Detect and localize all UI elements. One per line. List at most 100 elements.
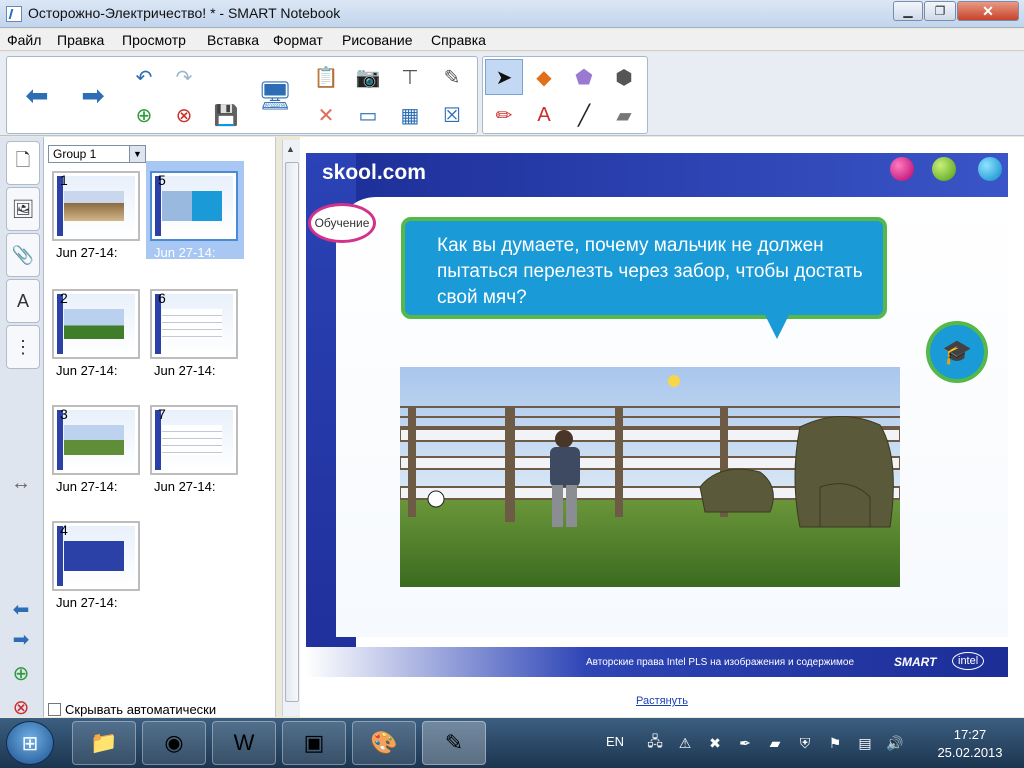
paste-icon[interactable]: 📋 — [307, 59, 345, 95]
question-bubble: Как вы думаете, почему мальчик не должен… — [401, 217, 887, 339]
forward-arrow-icon[interactable]: ➡ — [65, 57, 121, 133]
volume-icon[interactable]: 🔊 — [886, 734, 904, 752]
warning-icon[interactable]: ⚠ — [676, 734, 694, 752]
toolbar-main-group: ⬅ ➡ ↶ ↷ ⊕ ⊗ 💾 🖥 📋 ✕ 📷 ▭ ⊤ ▦ ✎ ☒ — [6, 56, 478, 134]
back-arrow-icon[interactable]: ⬅ — [9, 57, 65, 133]
menu-help[interactable]: Справка — [431, 32, 486, 48]
clock-date: 25.02.2013 — [937, 745, 1003, 760]
minimize-button[interactable]: ▁ — [893, 1, 923, 21]
start-button[interactable]: ⊞ — [6, 721, 54, 765]
save-icon[interactable]: 💾 — [207, 97, 245, 133]
magic-pen-icon[interactable]: ⬟ — [565, 59, 603, 95]
hide-toolbar-icon[interactable]: ☒ — [433, 97, 471, 133]
select-arrow-icon[interactable]: ➤ — [485, 59, 523, 95]
autohide-checkbox[interactable] — [48, 703, 61, 716]
line-icon[interactable]: ╱ — [565, 97, 603, 133]
page-thumbnail-2[interactable]: 2 — [52, 289, 140, 359]
word-icon[interactable]: W — [212, 721, 276, 765]
page-thumbnail-7[interactable]: 7 — [150, 405, 238, 475]
screen-shade-icon[interactable]: ▭ — [349, 97, 387, 133]
addons-tab[interactable]: ⋮ — [6, 325, 40, 369]
scrollbar-thumb[interactable] — [285, 162, 299, 702]
side-tabs: 🗋 🖼 📎 A ⋮ ↔ ⬅ ➡ ⊕ ⊗ — [0, 137, 44, 719]
page-sorter-tab[interactable]: 🗋 — [6, 141, 40, 185]
question-text: Как вы думаете, почему мальчик не должен… — [437, 235, 863, 308]
shapes-icon[interactable]: ◆ — [525, 59, 563, 95]
thumbnail-number: 6 — [158, 290, 166, 306]
page-thumbnail-3[interactable]: 3 — [52, 405, 140, 475]
scroll-up-icon[interactable]: ▲ — [286, 144, 295, 154]
pen-tray-icon[interactable]: ✒ — [736, 734, 754, 752]
thumbnail-label: Jun 27-14: — [56, 245, 118, 260]
redo-icon[interactable]: ↷ — [165, 59, 203, 95]
taskbar: ⊞ 📁 ◉ W ▣ 🎨 ✎ EN 🖧 ⚠ ✖ ✒ ▰ ⛨ ⚑ ▤ 🔊 17:27… — [0, 718, 1024, 768]
attachments-tab[interactable]: 📎 — [6, 233, 40, 277]
previous-page-icon[interactable]: ⬅ — [8, 597, 34, 621]
text-icon[interactable]: A — [525, 97, 563, 133]
menu-insert[interactable]: Вставка — [207, 32, 259, 48]
page-thumbnail-4[interactable]: 4 — [52, 521, 140, 591]
thumbnail-label: Jun 27-14: — [154, 245, 216, 260]
stretch-link[interactable]: Растянуть — [636, 695, 688, 707]
add-page-side-icon[interactable]: ⊕ — [8, 661, 34, 685]
group-select[interactable]: Group 1 ▼ — [48, 145, 146, 163]
undo-icon[interactable]: ↶ — [125, 59, 163, 95]
autohide-option[interactable]: Скрывать автоматически — [48, 702, 216, 717]
paint-icon[interactable]: 🎨 — [352, 721, 416, 765]
skool-logo: skool.com — [322, 161, 426, 184]
pens-icon[interactable]: ✏ — [485, 97, 523, 133]
close-button[interactable]: ✕ — [957, 1, 1019, 21]
thumbnail-label: Jun 27-14: — [56, 363, 118, 378]
thumbnail-label: Jun 27-14: — [56, 595, 118, 610]
toolbar-draw-group: ➤ ◆ ⬟ ⬢ ✏ A ╱ ▰ — [482, 56, 648, 134]
gallery-tab[interactable]: 🖼 — [6, 187, 40, 231]
delete-page-side-icon[interactable]: ⊗ — [8, 695, 34, 719]
measurement-tools-icon[interactable]: ✎ — [433, 59, 471, 95]
screen-display-icon[interactable]: 🖥 — [251, 57, 299, 133]
table-icon[interactable]: ▦ — [391, 97, 429, 133]
explorer-icon[interactable]: 📁 — [72, 721, 136, 765]
smart-notebook-taskbar-icon[interactable]: ✎ — [422, 721, 486, 765]
page-thumbnail-5[interactable]: 5 — [150, 171, 238, 241]
vertical-scrollbar[interactable]: ▲ — [282, 140, 300, 716]
menu-file[interactable]: Файл — [7, 32, 41, 48]
page-thumbnail-6[interactable]: 6 — [150, 289, 238, 359]
document-camera-taskbar-icon[interactable]: ▣ — [282, 721, 346, 765]
bubble-tail — [765, 315, 789, 339]
boy-figure — [550, 430, 580, 527]
display-icon[interactable]: ▤ — [856, 734, 874, 752]
menu-draw[interactable]: Рисование — [342, 32, 413, 48]
security-shield-icon[interactable]: ⛨ — [796, 734, 814, 752]
chrome-icon[interactable]: ◉ — [142, 721, 206, 765]
thumbnail-number: 3 — [60, 406, 68, 422]
add-page-icon[interactable]: ⊕ — [125, 97, 163, 133]
nvidia-icon[interactable]: ▰ — [766, 734, 784, 752]
flag-icon[interactable]: ⚑ — [826, 734, 844, 752]
screen-capture-icon[interactable]: 📷 — [349, 59, 387, 95]
clock[interactable]: 17:27 25.02.2013 — [934, 726, 1006, 762]
thumbnail-number: 7 — [158, 406, 166, 422]
menu-view[interactable]: Просмотр — [122, 32, 186, 48]
delete-icon[interactable]: ✕ — [307, 97, 345, 133]
thumbnail-label: Jun 27-14: — [154, 363, 216, 378]
eraser-icon[interactable]: ▰ — [605, 97, 643, 133]
blue-ball-icon — [978, 157, 1002, 181]
network-error-icon[interactable]: ✖ — [706, 734, 724, 752]
fill-icon[interactable]: ⬢ — [605, 59, 643, 95]
learning-tag: Обучение — [308, 203, 376, 243]
properties-tab[interactable]: A — [6, 279, 40, 323]
thumbnail-number: 4 — [60, 522, 68, 538]
maximize-button[interactable]: ❐ — [924, 1, 956, 21]
delete-page-icon[interactable]: ⊗ — [165, 97, 203, 133]
menu-format[interactable]: Формат — [273, 32, 323, 48]
window-title: Осторожно-Электричество! * - SMART Noteb… — [28, 5, 341, 21]
page-thumbnail-1[interactable]: 1 — [52, 171, 140, 241]
chevron-down-icon[interactable]: ▼ — [129, 146, 145, 162]
language-indicator[interactable]: EN — [606, 734, 624, 749]
graduation-cap-icon[interactable]: 🎓 — [926, 321, 988, 383]
next-page-icon[interactable]: ➡ — [8, 627, 34, 651]
move-sidebar-icon[interactable]: ↔ — [8, 471, 34, 495]
network-icon[interactable]: 🖧 — [646, 733, 664, 752]
menu-edit[interactable]: Правка — [57, 32, 104, 48]
document-camera-icon[interactable]: ⊤ — [391, 59, 429, 95]
